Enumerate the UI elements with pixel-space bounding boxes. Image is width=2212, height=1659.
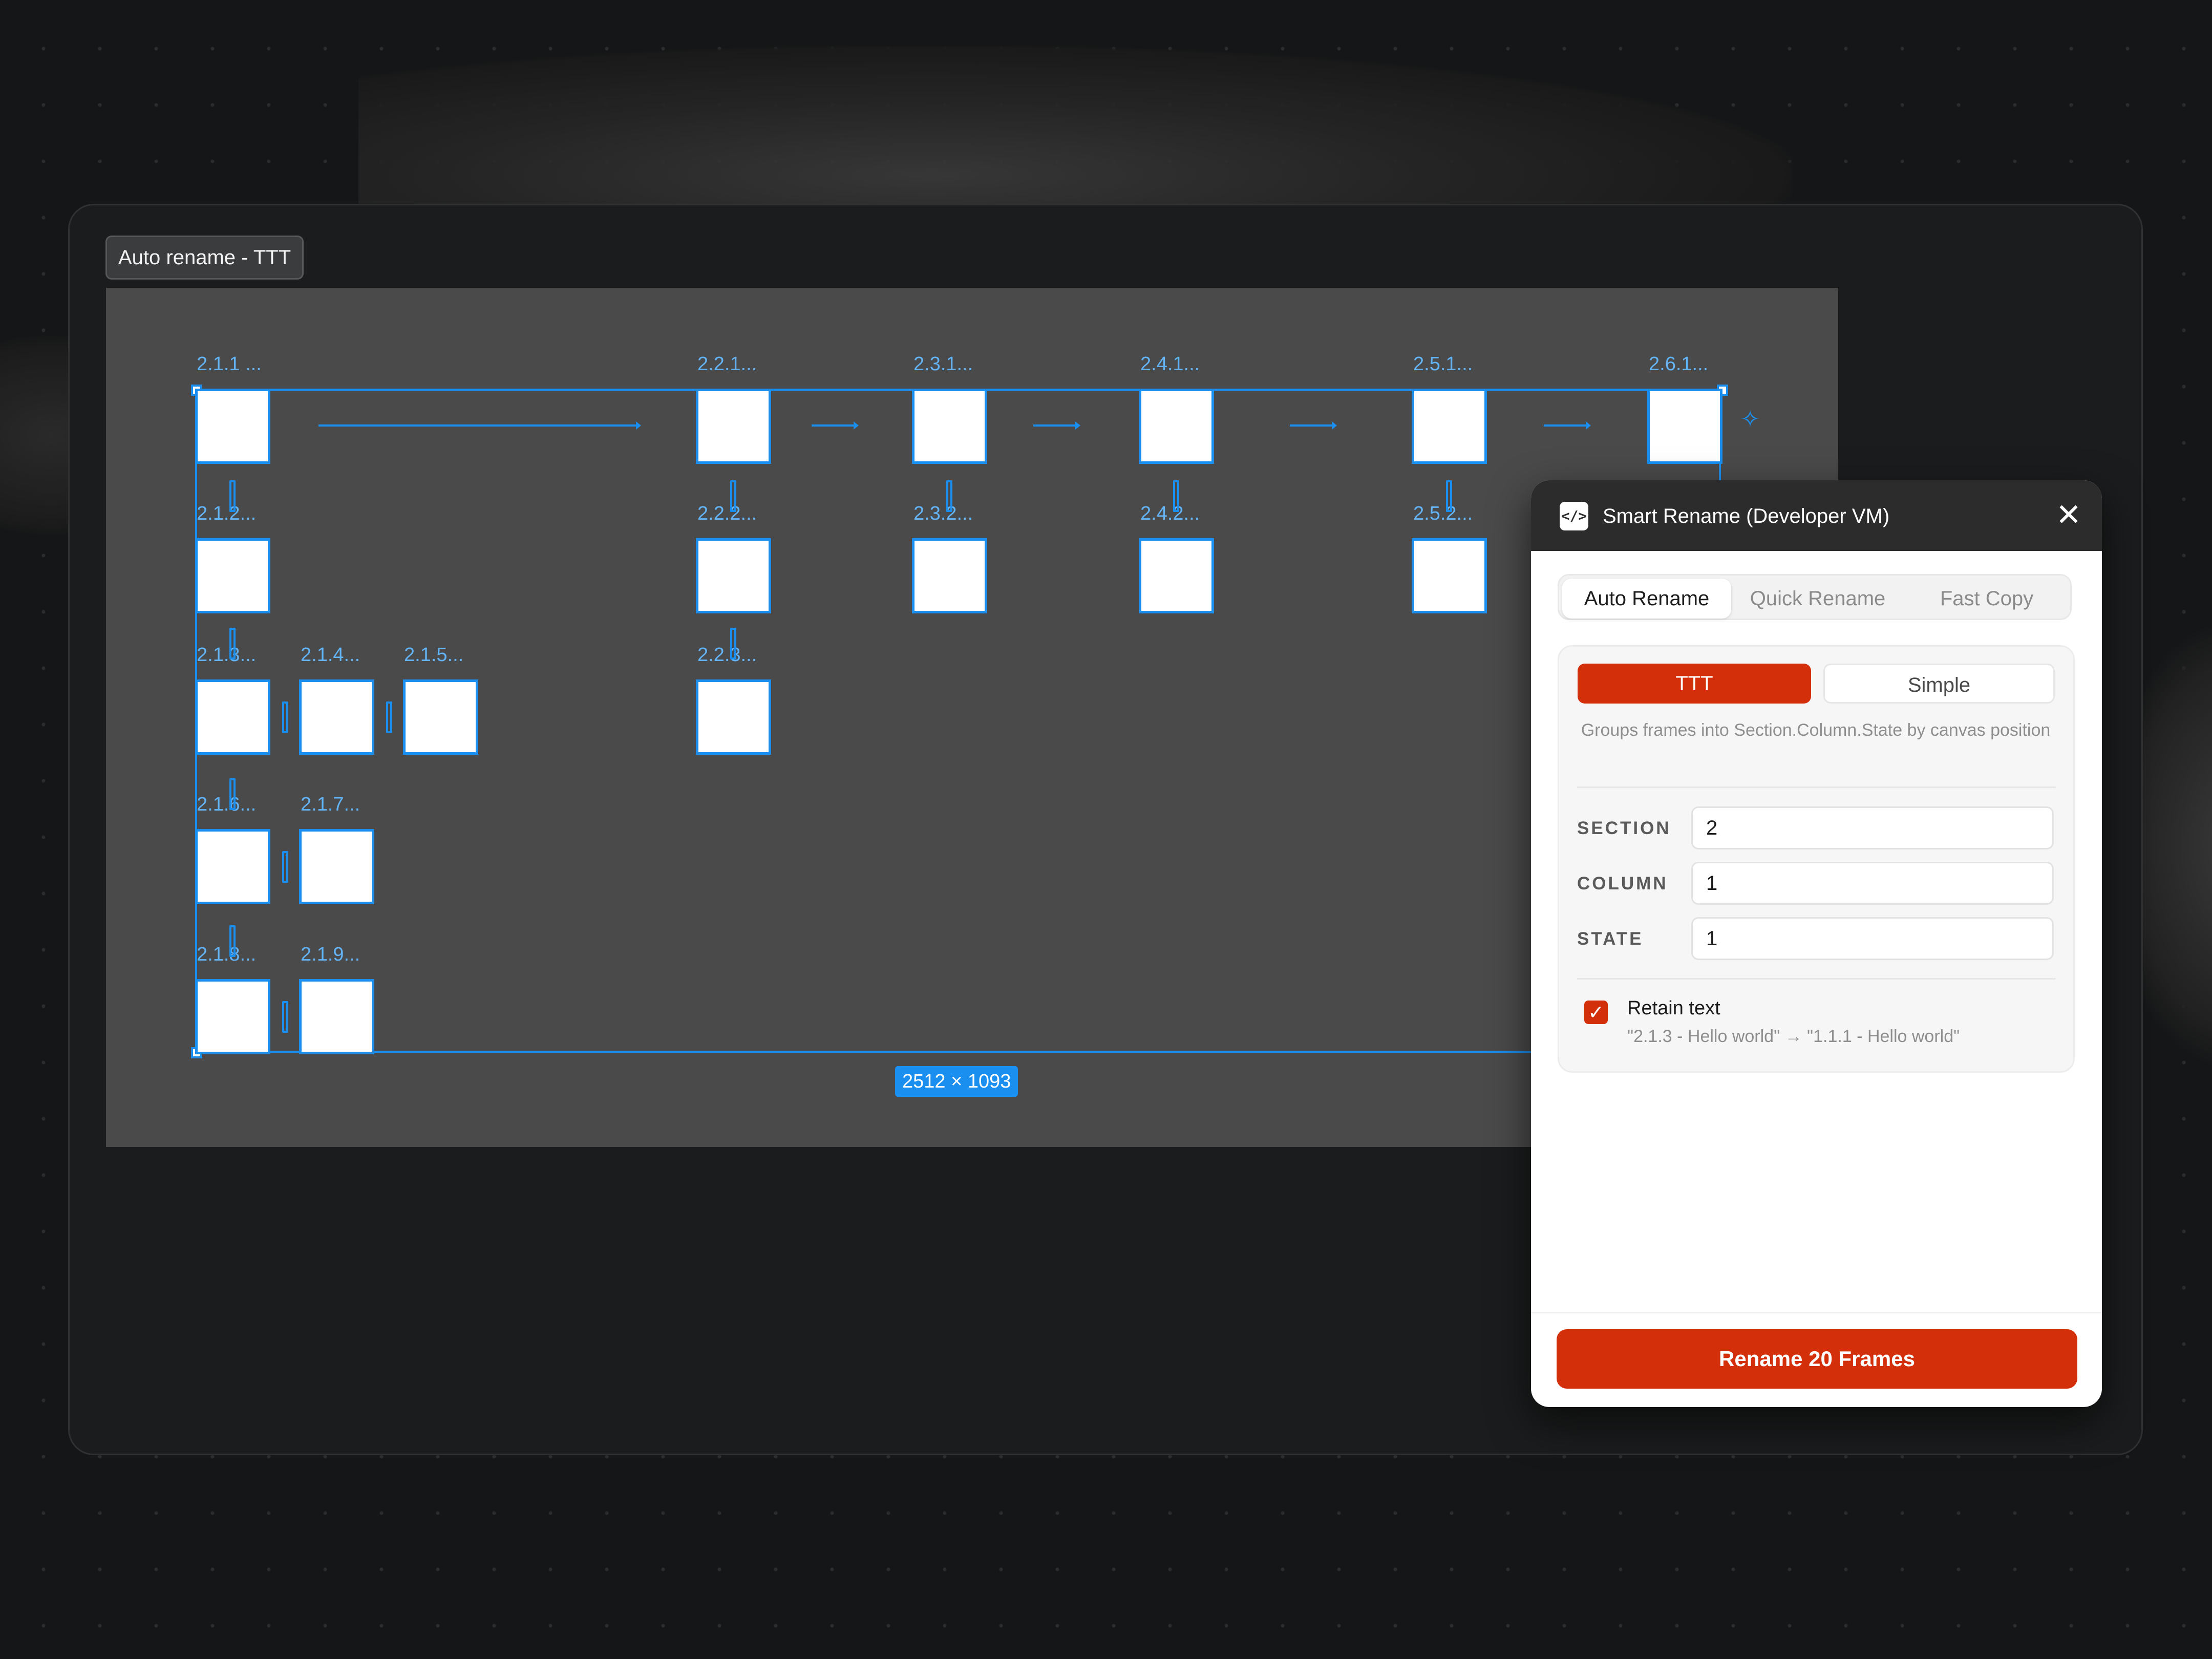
- frame-2-1-3[interactable]: [195, 679, 270, 755]
- frame-label: 2.6.1...: [1649, 353, 1709, 375]
- frame-2-1-7[interactable]: [299, 829, 374, 904]
- frame-2-1-9[interactable]: [299, 979, 374, 1054]
- frame-label: 2.5.1...: [1413, 353, 1473, 375]
- flow-connector: [1446, 480, 1452, 512]
- flow-arrow: [1290, 421, 1337, 430]
- flow-arrow: [812, 421, 859, 430]
- frame-label: 2.1.6...: [197, 794, 257, 815]
- frame-2-1-4[interactable]: [299, 679, 374, 755]
- state-label: STATE: [1577, 929, 1644, 949]
- frame-2-5-1[interactable]: [1412, 389, 1487, 464]
- flow-connector: [229, 778, 236, 810]
- frame-2-1-8[interactable]: [195, 979, 270, 1054]
- frame-2-2-2[interactable]: [696, 538, 771, 613]
- frame-2-5-2[interactable]: [1412, 538, 1487, 613]
- code-icon: </>: [1560, 502, 1588, 530]
- frame-label: 2.1.5...: [404, 644, 464, 666]
- frame-2-3-1[interactable]: [912, 389, 987, 464]
- frame-label: 2.1.3...: [197, 644, 257, 666]
- frame-2-6-1[interactable]: [1647, 389, 1722, 464]
- frame-label: 2.4.1...: [1140, 353, 1200, 375]
- divider: [1577, 978, 2056, 980]
- section-input[interactable]: 2: [1691, 806, 2054, 849]
- panel-header: </> Smart Rename (Developer VM) ✕: [1531, 480, 2102, 551]
- retain-text-example: "2.1.3 - Hello world" → "1.1.1 - Hello w…: [1627, 1027, 1960, 1046]
- flow-arrow: [1033, 421, 1080, 430]
- frame-label: 2.2.3...: [697, 644, 757, 666]
- frame-2-1-2[interactable]: [195, 538, 270, 613]
- state-input[interactable]: 1: [1691, 917, 2054, 960]
- frame-label: 2.2.2...: [697, 503, 757, 524]
- mode-description: Groups frames into Section.Column.State …: [1581, 720, 2051, 740]
- frame-2-1-6[interactable]: [195, 829, 270, 904]
- mode-ttt-button[interactable]: TTT: [1578, 664, 1811, 704]
- flow-connector: [386, 701, 392, 733]
- flow-connector: [282, 851, 288, 883]
- frame-label: 2.1.1 ...: [197, 353, 262, 375]
- divider: [1577, 786, 2056, 788]
- frame-2-4-2[interactable]: [1139, 538, 1214, 613]
- add-frame-icon[interactable]: ✧: [1739, 407, 1761, 431]
- frame-label: 2.2.1...: [697, 353, 757, 375]
- frame-label: 2.5.2...: [1413, 503, 1473, 524]
- mode-simple-button[interactable]: Simple: [1823, 664, 2055, 704]
- frame-label: 2.1.7...: [301, 794, 360, 815]
- tab-quick-rename[interactable]: Quick Rename: [1733, 579, 1902, 619]
- frame-label: 2.3.2...: [913, 503, 973, 524]
- flow-arrow: [1544, 421, 1591, 430]
- frame-2-2-1[interactable]: [696, 389, 771, 464]
- tab-auto-rename[interactable]: Auto Rename: [1562, 579, 1731, 619]
- retain-text-checkbox[interactable]: ✓: [1584, 1001, 1608, 1024]
- flow-connector: [1173, 480, 1179, 512]
- flow-arrow: [318, 421, 641, 430]
- frame-2-4-1[interactable]: [1139, 389, 1214, 464]
- flow-connector: [229, 628, 236, 660]
- dimension-badge: 2512 × 1093: [895, 1066, 1018, 1097]
- flow-connector: [229, 480, 236, 512]
- tab-bar: Auto Rename Quick Rename Fast Copy: [1558, 574, 2072, 620]
- frame-2-1-1[interactable]: [195, 389, 270, 464]
- flow-connector: [730, 628, 736, 660]
- footer-divider: [1531, 1312, 2102, 1313]
- frame-2-3-2[interactable]: [912, 538, 987, 613]
- frame-2-1-5[interactable]: [403, 679, 478, 755]
- tab-fast-copy[interactable]: Fast Copy: [1903, 579, 2070, 619]
- column-input[interactable]: 1: [1691, 862, 2054, 905]
- section-label: SECTION: [1577, 818, 1671, 838]
- close-icon[interactable]: ✕: [2053, 500, 2084, 530]
- frame-label: 2.1.4...: [301, 644, 360, 666]
- frame-name-tag[interactable]: Auto rename - TTT: [105, 236, 304, 280]
- frame-label: 2.1.8...: [197, 944, 257, 965]
- column-label: COLUMN: [1577, 874, 1668, 894]
- flow-connector: [946, 480, 952, 512]
- rename-frames-button[interactable]: Rename 20 Frames: [1557, 1329, 2077, 1389]
- flow-connector: [282, 701, 288, 733]
- flow-connector: [282, 1001, 288, 1033]
- frame-label: 2.3.1...: [913, 353, 973, 375]
- flow-connector: [229, 925, 236, 957]
- frame-2-2-3[interactable]: [696, 679, 771, 755]
- retain-text-label: Retain text: [1627, 997, 1720, 1019]
- frame-label: 2.4.2...: [1140, 503, 1200, 524]
- flow-connector: [730, 480, 736, 512]
- frame-label: 2.1.2...: [197, 503, 257, 524]
- panel-title: Smart Rename (Developer VM): [1603, 505, 1890, 527]
- frame-label: 2.1.9...: [301, 944, 360, 965]
